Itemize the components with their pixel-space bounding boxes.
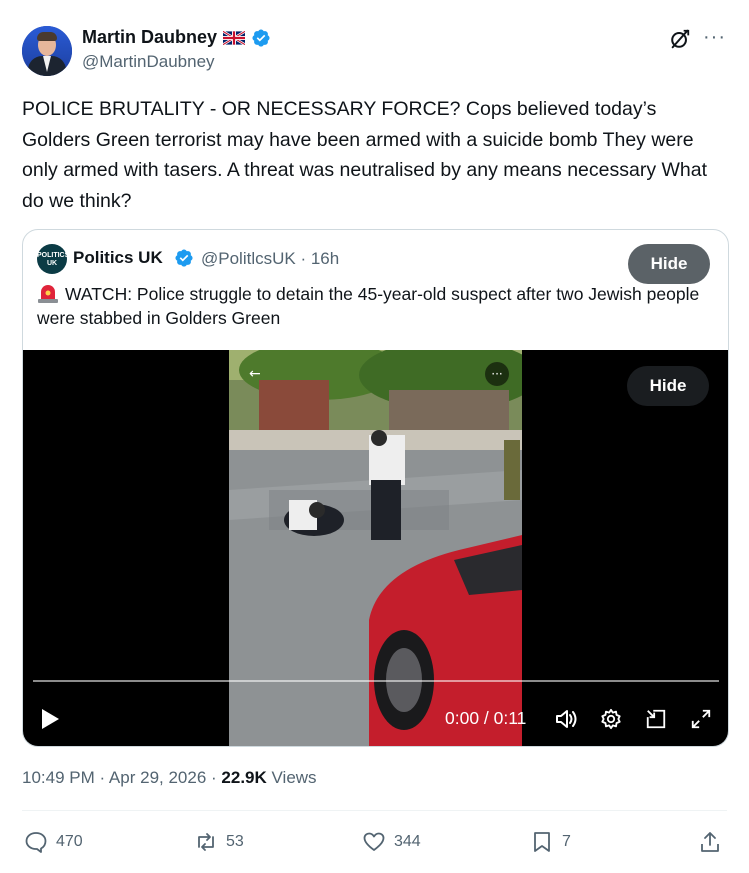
author-name-row: Martin Daubney xyxy=(82,27,271,48)
views-label: Views xyxy=(266,768,317,787)
quote-avatar-text: POLITICS UK xyxy=(37,252,70,267)
views-count: 22.9K xyxy=(221,768,267,787)
repost-icon xyxy=(198,833,214,851)
like-button[interactable]: 344 xyxy=(362,830,421,854)
fullscreen-icon[interactable] xyxy=(690,708,712,730)
tweet-text: POLICE BRUTALITY - OR NECESSARY FORCE? C… xyxy=(22,98,707,212)
quoted-tweet[interactable]: POLITICS UK Politics UK @PolitlcsUK · 16… xyxy=(22,229,729,747)
author-name[interactable]: Martin Daubney xyxy=(82,27,217,48)
quote-author-handle[interactable]: @PolitlcsUK · 16h xyxy=(201,249,339,269)
bookmark-icon xyxy=(534,832,550,852)
hide-button[interactable]: Hide xyxy=(628,244,710,284)
share-button[interactable] xyxy=(698,830,722,854)
quote-verified-badge-icon xyxy=(175,249,193,267)
heart-icon xyxy=(363,832,385,851)
reply-icon xyxy=(25,832,47,853)
video-hide-button[interactable]: Hide xyxy=(627,366,709,406)
repost-button[interactable]: 53 xyxy=(194,830,244,854)
share-icon xyxy=(701,832,719,852)
author-handle[interactable]: @MartinDaubney xyxy=(82,52,215,72)
video-frame: ··· ← xyxy=(229,350,522,746)
settings-gear-icon[interactable] xyxy=(600,708,622,730)
video-time: 0:00 / 0:11 xyxy=(445,708,527,728)
grok-icon[interactable] xyxy=(669,28,691,50)
divider xyxy=(22,810,727,811)
reply-count: 470 xyxy=(56,833,83,850)
author-avatar[interactable] xyxy=(22,26,72,76)
volume-muted-icon[interactable] xyxy=(555,708,579,730)
svg-text:←: ← xyxy=(249,366,261,382)
reply-button[interactable]: 470 xyxy=(24,830,83,854)
quote-text: WATCH: Police struggle to detain the 45-… xyxy=(37,284,700,328)
quote-author-name[interactable]: Politics UK xyxy=(73,248,163,268)
more-options-icon[interactable]: ··· xyxy=(703,27,725,50)
uk-flag-icon xyxy=(223,30,246,45)
action-bar: 470 53 344 7 xyxy=(22,826,727,862)
bookmark-button[interactable]: 7 xyxy=(530,830,571,854)
repost-count: 53 xyxy=(226,833,244,850)
svg-text:···: ··· xyxy=(491,367,502,381)
bookmark-count: 7 xyxy=(562,833,571,850)
siren-emoji-icon xyxy=(38,285,58,303)
video-progress-bar[interactable] xyxy=(33,680,719,682)
verified-badge-icon xyxy=(252,28,270,47)
play-icon[interactable] xyxy=(39,707,61,731)
quote-author-avatar[interactable]: POLITICS UK xyxy=(37,244,70,274)
picture-in-picture-icon[interactable] xyxy=(645,708,667,730)
like-count: 344 xyxy=(394,833,421,850)
tweet-header: Martin Daubney @MartinDaubney ··· xyxy=(22,24,727,78)
tweet-meta: 10:49 PM · Apr 29, 2026 · 22.9K Views xyxy=(22,768,317,788)
video-player[interactable]: ··· ← Hide 0:00 / 0:11 xyxy=(23,350,728,746)
tweet-timestamp[interactable]: 10:49 PM · Apr 29, 2026 · xyxy=(22,768,221,787)
quote-text-block: WATCH: Police struggle to detain the 45-… xyxy=(37,282,727,330)
